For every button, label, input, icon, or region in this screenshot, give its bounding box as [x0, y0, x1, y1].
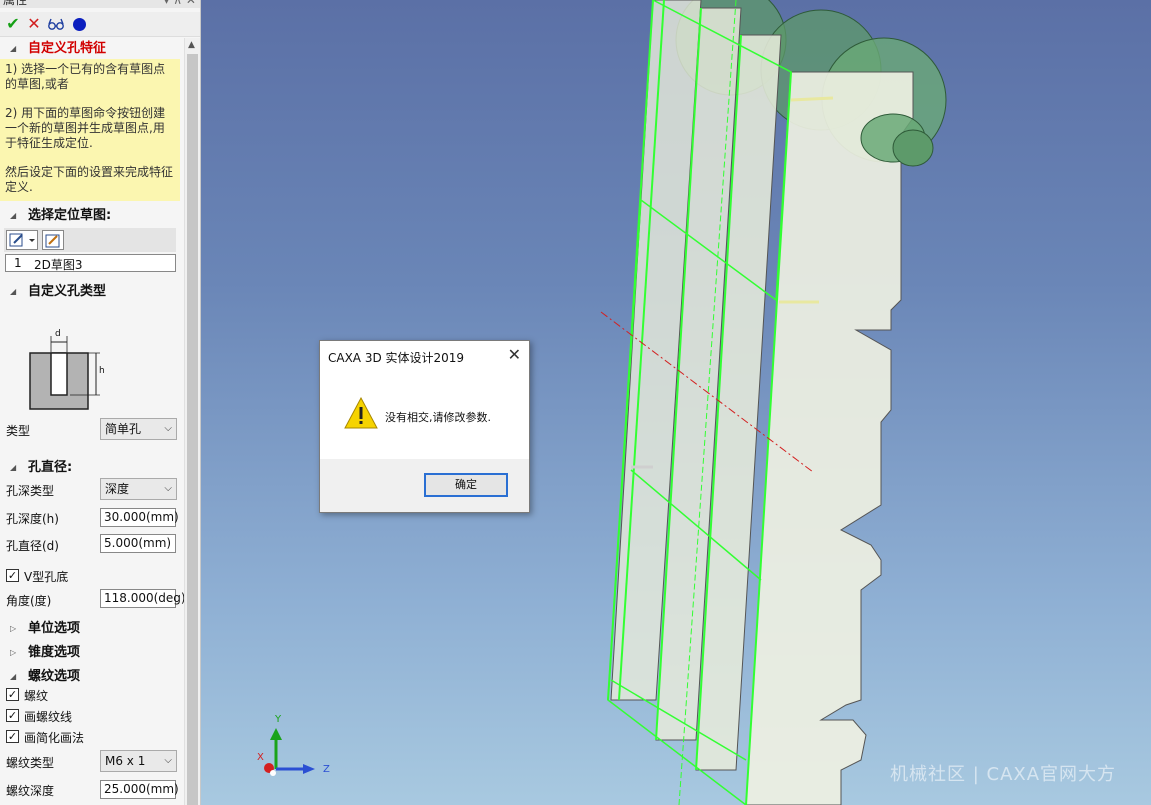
thread-checkbox[interactable]: ✓ — [6, 688, 19, 701]
thread-type-select[interactable]: M6 x 1 ⌵ — [100, 750, 177, 772]
section-title: 单位选项 — [28, 621, 81, 636]
simplified-checkbox[interactable]: ✓ — [6, 730, 19, 743]
collapse-arrow-icon: ◢ — [10, 672, 17, 681]
chevron-down-icon: ⌵ — [164, 755, 172, 766]
collapse-arrow-icon: ◢ — [10, 463, 17, 472]
thread-depth-field[interactable]: 25.000(mm) — [100, 780, 179, 799]
section-title: 螺纹选项 — [28, 669, 81, 684]
section-diameter[interactable]: ◢ 孔直径: — [0, 458, 184, 478]
section-title: 孔直径: — [28, 460, 73, 475]
section-hole-type[interactable]: ◢ 自定义孔类型 — [0, 282, 184, 302]
section-units[interactable]: ▷ 单位选项 — [0, 619, 184, 639]
scroll-up-icon[interactable]: ▲ — [188, 40, 195, 50]
sketch-toolbar — [4, 228, 176, 252]
thread-type-value: M6 x 1 — [105, 754, 146, 768]
new-sketch-icon — [45, 234, 60, 248]
property-panel: 属性 ▾ ⊼ ✕ ✔ ✕ ◢ 自定义孔特征 1) 选择一个已有的含有草图点的草图… — [0, 0, 201, 805]
boss-shape — [892, 129, 934, 167]
watermark: 机械社区 | CAXA官网大方 — [890, 764, 1117, 785]
hint-line-3: 然后设定下面的设置来完成特征定义. — [5, 165, 174, 194]
glasses-icon[interactable] — [47, 15, 65, 33]
warning-icon — [344, 396, 378, 432]
collapse-arrow-icon: ◢ — [10, 44, 17, 53]
panel-pin-icons[interactable]: ▾ ⊼ ✕ — [164, 0, 197, 8]
blue-dot-icon[interactable] — [70, 15, 88, 33]
diameter-label: 孔直径(d) — [6, 539, 59, 553]
chevron-down-icon: ⌵ — [164, 483, 172, 494]
collapse-arrow-icon: ◢ — [10, 211, 17, 220]
checkmark-icon[interactable]: ✔ — [4, 15, 22, 33]
dialog-message: 没有相交,请修改参数. — [385, 411, 491, 424]
hint-line-2: 2) 用下面的草图命令按钮创建一个新的草图并生成草图点,用于特征生成定位. — [5, 106, 166, 150]
axis-x-label: X — [257, 752, 264, 763]
type-value: 简单孔 — [105, 422, 142, 436]
axis-triad: Y X Z — [251, 712, 341, 782]
new-sketch-button[interactable] — [42, 230, 64, 250]
type-label: 类型 — [6, 424, 31, 438]
expand-arrow-icon: ▷ — [10, 624, 17, 633]
expand-arrow-icon: ▷ — [10, 648, 17, 657]
depth-field[interactable]: 30.000(mm) — [100, 508, 179, 527]
section-title: 锥度选项 — [28, 645, 81, 660]
section-thread[interactable]: ◢ 螺纹选项 — [0, 667, 184, 687]
axis-z-label: Z — [323, 764, 330, 775]
sketch-index: 1 — [14, 256, 22, 270]
panel-title-text: 属性 — [3, 0, 28, 7]
pencil-icon — [9, 233, 35, 247]
section-title: 选择定位草图: — [28, 208, 112, 223]
dialog-title: CAXA 3D 实体设计2019 — [328, 351, 465, 365]
thread-lines-checkbox[interactable]: ✓ — [6, 709, 19, 722]
depth-type-label: 孔深类型 — [6, 484, 55, 498]
panel-scrollbar[interactable]: ▲ — [184, 38, 200, 805]
section-hole-feature[interactable]: ◢ 自定义孔特征 — [0, 39, 184, 59]
axis-y-label: Y — [275, 714, 282, 725]
simplified-label: 画简化画法 — [24, 731, 85, 745]
depth-type-select[interactable]: 深度 ⌵ — [100, 478, 177, 500]
panel-toolbar: ✔ ✕ — [0, 12, 200, 37]
message-dialog: CAXA 3D 实体设计2019 ✕ 没有相交,请修改参数. 确定 — [319, 340, 530, 513]
angle-field[interactable]: 118.000(deg) — [100, 589, 186, 608]
chevron-down-icon: ⌵ — [164, 423, 172, 434]
panel-title: 属性 ▾ ⊼ ✕ — [0, 0, 200, 8]
section-select-sketch[interactable]: ◢ 选择定位草图: — [0, 206, 184, 226]
angle-label: 角度(度) — [6, 594, 52, 608]
collapse-arrow-icon: ◢ — [10, 287, 17, 296]
close-icon[interactable]: ✕ — [25, 15, 43, 33]
depth-type-value: 深度 — [105, 482, 130, 496]
depth-label: 孔深度(h) — [6, 512, 59, 526]
v-bottom-checkbox[interactable]: ✓ — [6, 569, 19, 582]
v-bottom-label: V型孔底 — [24, 570, 69, 584]
section-title: 自定义孔特征 — [28, 41, 107, 56]
thread-lines-label: 画螺纹线 — [24, 710, 73, 724]
pin-shape — [790, 96, 834, 102]
hole-diagram: d h — [20, 328, 110, 414]
diagram-d-label: d — [55, 329, 61, 339]
diameter-field[interactable]: 5.000(mm) — [100, 534, 176, 553]
hint-box: 1) 选择一个已有的含有草图点的草图,或者 2) 用下面的草图命令按钮创建一个新… — [0, 59, 180, 201]
dialog-footer: 确定 — [320, 459, 529, 512]
section-taper[interactable]: ▷ 锥度选项 — [0, 643, 184, 663]
edit-sketch-button[interactable] — [6, 230, 38, 250]
thread-type-label: 螺纹类型 — [6, 756, 55, 770]
thread-label: 螺纹 — [24, 689, 49, 703]
type-select[interactable]: 简单孔 ⌵ — [100, 418, 177, 440]
hint-line-1: 1) 选择一个已有的含有草图点的草图,或者 — [5, 62, 166, 91]
diagram-h-label: h — [99, 366, 105, 376]
sketch-list[interactable]: 1 2D草图3 — [5, 254, 176, 272]
scroll-thumb[interactable] — [187, 54, 198, 805]
sketch-name[interactable]: 2D草图3 — [34, 256, 83, 273]
ok-button[interactable]: 确定 — [424, 473, 508, 497]
thread-depth-label: 螺纹深度 — [6, 784, 55, 798]
section-title: 自定义孔类型 — [28, 284, 107, 299]
close-icon[interactable]: ✕ — [508, 345, 521, 364]
